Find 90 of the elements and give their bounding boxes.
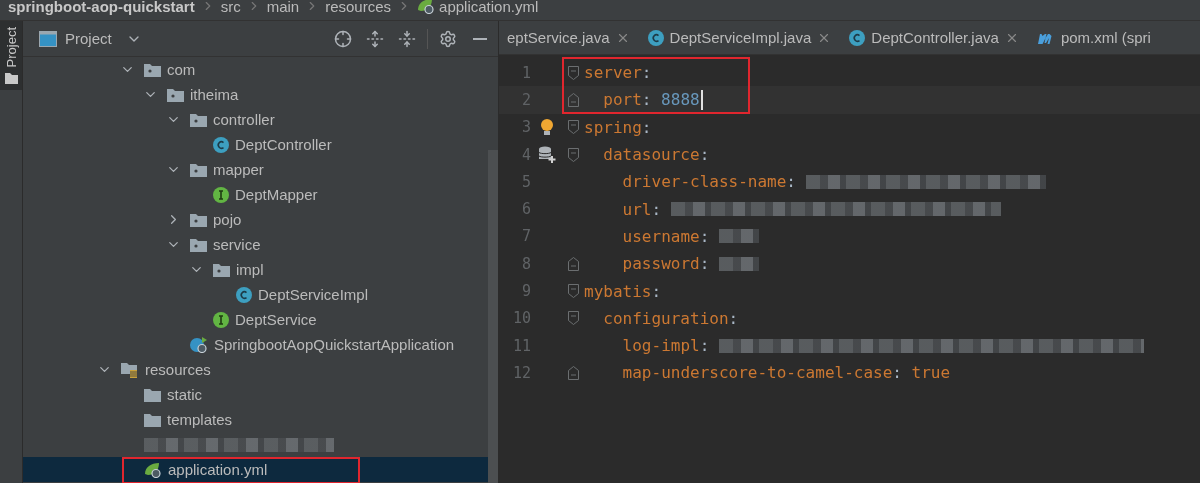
folder-icon xyxy=(4,73,18,85)
tab-label: DeptServiceImpl.java xyxy=(669,29,812,46)
scrollbar-thumb[interactable] xyxy=(488,150,498,483)
tree-item[interactable]: templates xyxy=(23,407,488,432)
spring-leaf-gear-icon xyxy=(417,0,436,14)
line-number: 9 xyxy=(520,282,531,300)
code-text: spring: xyxy=(584,117,653,137)
package-folder-icon xyxy=(213,262,230,277)
tree-item[interactable]: mapper xyxy=(23,157,488,182)
tree-item[interactable]: pojo xyxy=(23,207,488,232)
code-text: password: xyxy=(584,254,759,274)
editor-tab[interactable]: eptService.java xyxy=(499,21,640,54)
line-number: 1 xyxy=(520,63,531,82)
editor-tab[interactable]: DeptController.java xyxy=(841,21,1029,54)
fold-end-marker-icon[interactable] xyxy=(567,92,579,107)
code-text: map-underscore-to-camel-case: true xyxy=(621,363,951,383)
code-text: username: xyxy=(584,226,759,246)
breadcrumb-item[interactable]: springboot-aop-quickstart xyxy=(8,0,195,15)
interface-icon xyxy=(213,186,229,203)
redacted-value xyxy=(718,256,759,271)
package-folder-icon xyxy=(190,212,207,227)
editor-tab[interactable]: DeptServiceImpl.java xyxy=(639,21,842,54)
tree-item[interactable]: DeptController xyxy=(23,132,488,157)
breadcrumb-item[interactable]: application.yml xyxy=(417,0,539,15)
line-number: 5 xyxy=(520,172,531,191)
redacted-value xyxy=(718,229,759,244)
line-number: 7 xyxy=(520,227,531,246)
window-icon xyxy=(39,30,57,47)
code-text: port: 8888 xyxy=(584,89,703,110)
tree-item[interactable]: static xyxy=(23,382,488,407)
folder-icon xyxy=(144,387,161,402)
editor-tab[interactable]: pom.xml (spri xyxy=(1028,21,1161,54)
tab-label: pom.xml (spri xyxy=(1060,29,1151,46)
tree-item[interactable]: service xyxy=(23,232,488,257)
project-tool-tab[interactable]: Project xyxy=(0,21,22,91)
line-number: 11 xyxy=(511,336,531,355)
tree-item[interactable]: itheima xyxy=(23,82,488,107)
breadcrumb-item[interactable]: src xyxy=(220,0,241,15)
code-text: datasource: xyxy=(602,145,711,165)
package-folder-icon xyxy=(190,112,207,127)
resources-folder-icon xyxy=(121,361,139,378)
tree-item[interactable]: DeptServiceImpl xyxy=(23,282,488,307)
folder-icon xyxy=(144,412,161,427)
minus-icon xyxy=(473,37,487,40)
interface-icon xyxy=(213,311,229,328)
class-icon xyxy=(236,286,252,303)
fold-end-marker-icon[interactable] xyxy=(567,256,579,271)
class-icon xyxy=(647,29,664,46)
spring-leaf-gear-icon xyxy=(144,461,162,478)
fold-marker-icon[interactable] xyxy=(567,147,579,162)
tab-label: DeptController.java xyxy=(871,29,999,46)
code-text: configuration: xyxy=(602,308,740,328)
line-number: 8 xyxy=(520,254,531,273)
breadcrumb-item[interactable]: main xyxy=(266,0,300,15)
package-folder-icon xyxy=(190,162,207,177)
tree-item[interactable]: SpringbootAopQuickstartApplication xyxy=(23,332,488,357)
database-add-icon[interactable] xyxy=(537,146,556,164)
tree-item[interactable]: impl xyxy=(23,257,488,282)
line-number: 3 xyxy=(520,118,531,137)
panel-title: Project xyxy=(65,30,112,47)
tree-item[interactable]: controller xyxy=(23,107,488,132)
fold-end-marker-icon[interactable] xyxy=(567,365,579,380)
class-icon xyxy=(213,136,229,153)
package-folder-icon xyxy=(167,87,184,102)
fold-marker-icon[interactable] xyxy=(567,120,579,135)
code-text: driver-class-name: xyxy=(584,172,1046,192)
line-number: 4 xyxy=(520,145,531,164)
line-number: 6 xyxy=(520,200,531,219)
tree-item[interactable]: DeptMapper xyxy=(23,182,488,207)
package-folder-icon xyxy=(144,62,161,77)
lightbulb-icon[interactable] xyxy=(539,118,554,137)
tree-item[interactable]: resources xyxy=(23,357,488,382)
code-text: log-impl: xyxy=(584,336,1144,356)
class-icon xyxy=(849,29,866,46)
tree-item[interactable]: com xyxy=(23,57,488,82)
tab-label: eptService.java xyxy=(507,29,610,46)
tree-item[interactable]: application.yml xyxy=(23,457,488,482)
tree-item[interactable]: DeptService xyxy=(23,307,488,332)
fold-marker-icon[interactable] xyxy=(567,65,579,80)
code-text: server: xyxy=(584,63,653,83)
package-folder-icon xyxy=(190,237,207,252)
code-text: url: xyxy=(584,199,1001,219)
text-caret xyxy=(700,89,703,110)
fold-marker-icon[interactable] xyxy=(567,311,579,326)
line-number: 12 xyxy=(511,363,531,382)
fold-marker-icon[interactable] xyxy=(567,284,579,298)
breadcrumb-item[interactable]: resources xyxy=(325,0,392,15)
code-text: mybatis: xyxy=(584,281,663,301)
line-number: 10 xyxy=(511,309,531,328)
spring-boot-app-icon xyxy=(190,336,208,353)
